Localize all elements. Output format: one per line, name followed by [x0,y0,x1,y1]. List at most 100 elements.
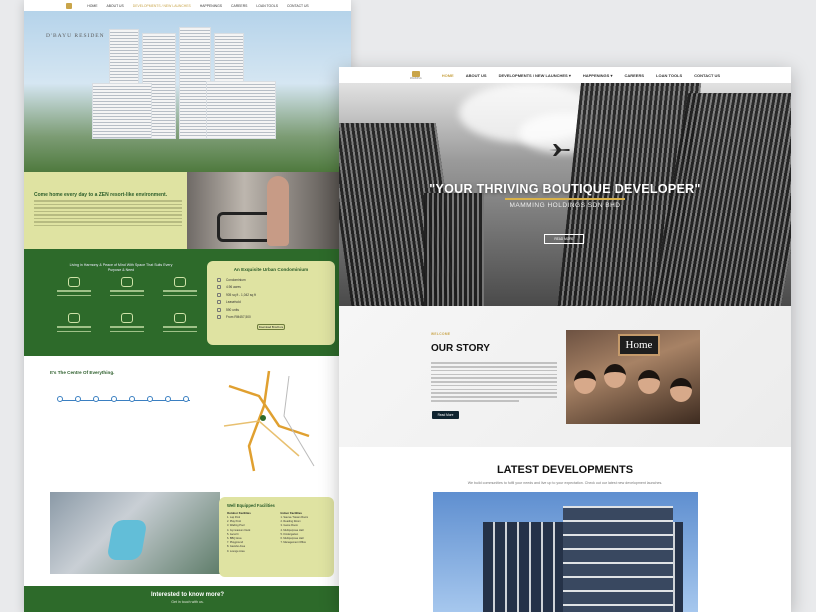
left-logo-icon[interactable] [66,2,73,9]
nav-home[interactable]: HOME [442,73,454,78]
amenity-item [52,277,95,303]
amenities-section: Living in Harmony & Peace of Mind With S… [24,249,351,356]
hero-banner: "YOUR THRIVING BOUTIQUE DEVELOPER" MAMMI… [339,83,791,306]
airplane-icon [549,144,570,156]
facilities-title: Well Equipped Facilities [227,503,275,508]
latest-title: LATEST DEVELOPMENTS [496,464,634,476]
card-row: Condominium [217,276,325,284]
tenure-icon [217,300,221,305]
security-icon [67,277,80,287]
amenity-item [105,277,148,303]
car-icon [67,313,80,323]
card-row: 590 units [217,306,325,314]
nav-about[interactable]: ABOUT US [466,73,487,78]
amenities-title: Living in Harmony & Peace of Mind With S… [69,263,173,272]
highway-icon [174,277,187,287]
mamming-logo[interactable]: MAMMING [410,70,422,80]
nav-developments[interactable]: DEVELOPMENTS / NEW LAUNCHES ▾ [499,73,571,78]
latest-developments-section: LATEST DEVELOPMENTS We build communities… [339,447,791,612]
units-icon [217,307,221,312]
condo-info-card: An Exquisite Urban Condominium Condomini… [207,261,335,345]
left-nav-about[interactable]: ABOUT US [106,4,123,8]
footer-title: Interested to know more? [150,592,224,598]
aerial-photo [50,492,220,574]
left-nav-bar: HOME ABOUT US DEVELOPMENTS / NEW LAUNCHE… [24,0,351,11]
story-read-more-button[interactable]: Read More [432,411,459,419]
nav-loan-tools[interactable]: LOAN TOOLS [656,73,682,78]
location-section: It's The Centre Of Everything. [24,356,351,488]
location-title: It's The Centre Of Everything. [50,370,115,375]
location-pin-icon [147,396,153,402]
intro-section: Come home every day to a ZEN resort-like… [24,172,351,249]
amenity-icon-grid [52,277,202,339]
footer-subtitle[interactable]: Get in touch with us. [24,600,351,604]
location-pin-icon [111,396,117,402]
intro-heading: Come home every day to a ZEN resort-like… [34,192,168,198]
person-shape [267,176,289,246]
left-page-preview: HOME ABOUT US DEVELOPMENTS / NEW LAUNCHE… [24,0,351,612]
download-brochure-button[interactable]: Download Brochure [257,324,285,330]
amenity-item [52,313,95,339]
contact-footer: Interested to know more? Get in touch wi… [24,586,351,612]
skyscraper-shape [424,193,484,306]
face-shape [670,378,692,402]
area-icon [217,285,221,290]
our-story-section: WELCOME OUR STORY Read More Home [339,306,791,447]
facilities-section: Well Equipped Facilities Outdoor Facilit… [24,488,351,586]
gym-photo [187,172,351,249]
amenity-item [159,277,202,303]
project-brand: D'BAYU RESIDEN [46,33,105,39]
chevron-down-icon: ▾ [610,72,613,78]
development-photo[interactable] [433,492,698,612]
left-hero-image: D'BAYU RESIDEN [24,11,351,172]
school-icon [120,313,133,323]
nav-careers[interactable]: CAREERS [624,73,644,78]
outdoor-facilities-list: Outdoor Facilities 1. Lap Pool 2. Play P… [227,511,251,553]
facilities-card: Well Equipped Facilities Outdoor Facilit… [219,497,334,577]
chevron-down-icon: ▾ [568,72,571,78]
facilities-icon [174,313,187,323]
intro-paragraph [34,200,182,226]
location-pin-icon [57,396,63,402]
family-photo: Home [566,330,700,424]
building-shape [563,506,673,612]
hero-divider [505,198,625,200]
pool-shape [106,520,148,560]
left-nav-developments[interactable]: DEVELOPMENTS / NEW LAUNCHES [133,4,191,8]
size-icon [217,292,221,297]
home-sign: Home [618,334,660,356]
location-pin-icon [165,396,171,402]
face-shape [638,370,660,394]
card-title: An Exquisite Urban Condominium [233,267,309,272]
location-pin-icon [183,396,189,402]
left-nav-happenings[interactable]: HAPPENINGS [200,4,222,8]
parking-icon [120,277,133,287]
card-row: From RM457,500 [217,314,325,322]
left-nav-loan-tools[interactable]: LOAN TOOLS [256,4,278,8]
building-icon [217,277,221,282]
card-row: 905 sq ft - 1,042 sq ft [217,291,325,299]
location-pin-icon [93,396,99,402]
left-nav-careers[interactable]: CAREERS [231,4,247,8]
latest-subtitle: We build communities to fulfil your need… [467,481,663,485]
nav-happenings[interactable]: HAPPENINGS ▾ [583,73,613,78]
welcome-label: WELCOME [431,332,451,336]
story-paragraph [431,360,557,404]
location-pin-icon [129,396,135,402]
hero-subtitle: MAMMING HOLDINGS SDN BHD [509,202,621,209]
left-nav-contact[interactable]: CONTACT US [287,4,309,8]
main-nav-bar: MAMMING HOME ABOUT US DEVELOPMENTS / NEW… [339,67,791,83]
amenity-item [159,313,202,339]
right-page-preview: MAMMING HOME ABOUT US DEVELOPMENTS / NEW… [339,67,791,612]
price-icon [217,315,221,320]
tower-shape [206,81,276,139]
indoor-facilities-list: Indoor Facilities 1. Sauna / Steam Room … [280,511,309,545]
face-shape [574,370,596,394]
left-nav-home[interactable]: HOME [87,4,97,8]
hero-read-more-button[interactable]: READ MORE [544,234,584,244]
nav-contact[interactable]: CONTACT US [694,73,720,78]
tower-shape [92,83,152,139]
amenity-item [105,313,148,339]
location-pin-icon [75,396,81,402]
location-map[interactable] [219,366,319,474]
